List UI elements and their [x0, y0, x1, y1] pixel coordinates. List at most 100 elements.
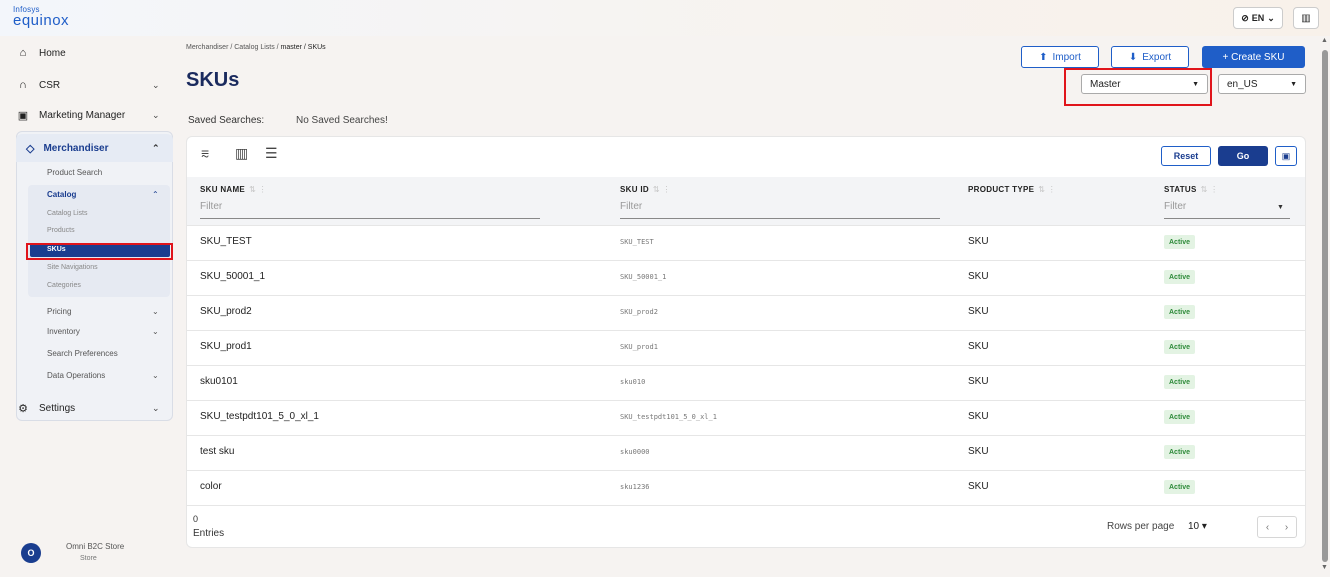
layout-icon[interactable]: ▥	[1293, 7, 1319, 29]
rows-per-page-select[interactable]: 10 ▾	[1188, 521, 1207, 532]
entries-label: Entries	[193, 528, 225, 539]
sidebar-item-csr[interactable]: ∩ CSR ⌄	[16, 70, 176, 100]
store-avatar[interactable]: O	[21, 543, 41, 563]
sidebar-item-merchandiser[interactable]: ◇ Merchandiser ⌃	[16, 134, 173, 162]
breadcrumb-current: master / SKUs	[280, 44, 326, 51]
store-name: Omni B2C Store	[66, 542, 125, 551]
import-button[interactable]: ⬆ Import	[1021, 46, 1099, 68]
sku-name-cell[interactable]: SKU_prod1	[200, 341, 252, 352]
chevron-down-icon: ⌄	[152, 371, 159, 380]
sku-name-cell[interactable]: sku0101	[200, 376, 238, 387]
export-button[interactable]: ⬇ Export	[1111, 46, 1189, 68]
previous-page-icon[interactable]: ‹	[1266, 522, 1269, 533]
clear-filter-icon[interactable]: ⩳	[201, 145, 209, 162]
table-row[interactable]	[187, 295, 1305, 296]
columns-icon[interactable]: ▥	[235, 145, 248, 162]
column-header-sku-id[interactable]: SKU ID ⇅ ⋮	[620, 185, 671, 194]
next-page-icon[interactable]: ›	[1285, 522, 1288, 533]
save-icon[interactable]: ▣	[1275, 146, 1297, 166]
page-title: SKUs	[186, 69, 240, 91]
column-header-label: SKU NAME	[200, 185, 246, 194]
sku-id-filter-input[interactable]: Filter	[620, 201, 940, 219]
table-row[interactable]	[187, 330, 1305, 331]
download-icon: ⬇	[1128, 51, 1138, 63]
column-header-sku-name[interactable]: SKU NAME ⇅ ⋮	[200, 185, 267, 194]
reset-button[interactable]: Reset	[1161, 146, 1211, 166]
table-row[interactable]	[187, 225, 1305, 226]
sku-id-cell: sku1236	[620, 483, 650, 491]
sku-name-filter-input[interactable]: Filter	[200, 201, 540, 219]
sku-id-cell: SKU_prod1	[620, 343, 658, 351]
table-row[interactable]	[187, 435, 1305, 436]
scrollbar[interactable]	[1322, 50, 1328, 562]
table-row[interactable]	[187, 260, 1305, 261]
density-icon[interactable]: ☰	[265, 145, 278, 162]
sort-icon[interactable]: ⇅ ⋮	[1201, 185, 1219, 194]
table-row[interactable]	[187, 365, 1305, 366]
sidebar-item-marketing-manager[interactable]: ▣ Marketing Manager ⌄	[16, 100, 176, 130]
sku-name-cell[interactable]: SKU_prod2	[200, 306, 252, 317]
status-badge: Active	[1164, 480, 1196, 494]
footer-divider	[187, 505, 1305, 506]
brand-line2: equinox	[13, 12, 70, 29]
sidebar-item-inventory[interactable]: Inventory	[47, 327, 80, 336]
sort-icon[interactable]: ⇅ ⋮	[1038, 185, 1056, 194]
column-header-label: STATUS	[1164, 185, 1197, 194]
product-type-cell: SKU	[968, 271, 989, 282]
column-header-product-type[interactable]: PRODUCT TYPE ⇅ ⋮	[968, 185, 1056, 194]
chevron-down-icon: ⌄	[152, 307, 159, 316]
sidebar-item-products[interactable]: Products	[47, 227, 75, 234]
brand-logo[interactable]: Infosys equinox	[13, 6, 70, 29]
marketing-icon: ▣	[17, 109, 29, 122]
column-header-label: SKU ID	[620, 185, 649, 194]
sidebar-item-label: CSR	[39, 79, 61, 91]
sku-name-cell[interactable]: SKU_50001_1	[200, 271, 265, 282]
language-selector[interactable]: ⊘ EN ⌄	[1233, 7, 1283, 29]
scroll-down-icon[interactable]: ▼	[1321, 564, 1328, 571]
sort-icon[interactable]: ⇅ ⋮	[249, 185, 267, 194]
sku-name-cell[interactable]: color	[200, 481, 222, 492]
sidebar-item-site-navigations[interactable]: Site Navigations	[47, 264, 98, 271]
status-badge: Active	[1164, 340, 1196, 354]
store-type: Store	[80, 555, 97, 562]
status-badge: Active	[1164, 410, 1196, 424]
rows-per-page-label: Rows per page	[1107, 521, 1175, 532]
sidebar-item-data-operations[interactable]: Data Operations	[47, 371, 105, 380]
sku-name-cell[interactable]: SKU_TEST	[200, 236, 252, 247]
sidebar-item-settings[interactable]: ⚙ Settings ⌄	[16, 393, 176, 423]
sidebar-item-label: Marketing Manager	[39, 109, 126, 121]
column-header-status[interactable]: STATUS ⇅ ⋮	[1164, 185, 1218, 194]
scroll-up-icon[interactable]: ▲	[1321, 37, 1328, 44]
column-header-label: PRODUCT TYPE	[968, 185, 1035, 194]
product-type-cell: SKU	[968, 341, 989, 352]
go-button[interactable]: Go	[1218, 146, 1268, 166]
sidebar-item-categories[interactable]: Categories	[47, 282, 81, 289]
sku-id-cell: SKU_50001_1	[620, 273, 667, 281]
sidebar-item-catalog-lists[interactable]: Catalog Lists	[47, 210, 87, 217]
status-filter-select[interactable]: Filter	[1164, 201, 1290, 219]
sidebar-item-catalog[interactable]: Catalog	[47, 190, 76, 199]
breadcrumb-path[interactable]: Merchandiser / Catalog Lists /	[186, 44, 281, 51]
sidebar-item-label: Merchandiser	[43, 142, 109, 154]
product-type-cell: SKU	[968, 376, 989, 387]
status-badge: Active	[1164, 270, 1196, 284]
sku-id-cell: SKU_prod2	[620, 308, 658, 316]
sidebar-item-home[interactable]: ⌂ Home	[16, 38, 176, 68]
sku-name-cell[interactable]: SKU_testpdt101_5_0_xl_1	[200, 411, 319, 422]
skus-highlight-box	[26, 243, 173, 260]
table-row[interactable]	[187, 400, 1305, 401]
create-sku-button[interactable]: + Create SKU	[1202, 46, 1305, 68]
saved-searches-value[interactable]: No Saved Searches!	[296, 115, 388, 126]
sku-name-cell[interactable]: test sku	[200, 446, 234, 457]
sku-id-cell: SKU_testpdt101_5_0_xl_1	[620, 413, 717, 421]
sidebar-item-pricing[interactable]: Pricing	[47, 307, 71, 316]
sort-icon[interactable]: ⇅ ⋮	[653, 185, 671, 194]
locale-select-value: en_US	[1227, 78, 1258, 90]
chevron-up-icon: ⌃	[152, 142, 160, 153]
sidebar-item-product-search[interactable]: Product Search	[47, 168, 102, 177]
table-row[interactable]	[187, 470, 1305, 471]
locale-select[interactable]: en_US ▼	[1218, 74, 1306, 94]
chevron-up-icon: ⌃	[152, 190, 159, 199]
sidebar-item-search-preferences[interactable]: Search Preferences	[47, 349, 118, 358]
status-badge: Active	[1164, 445, 1196, 459]
